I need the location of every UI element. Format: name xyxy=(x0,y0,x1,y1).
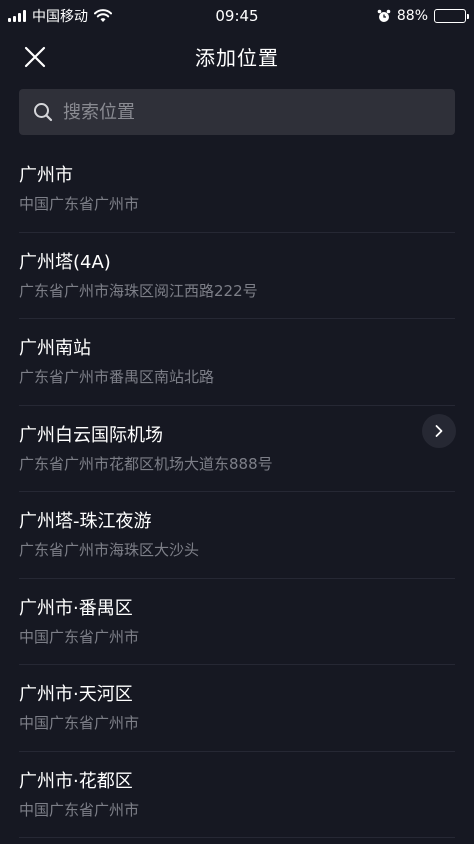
alarm-clock-icon xyxy=(377,9,391,22)
location-name: 广州白云国际机场 xyxy=(19,424,163,446)
add-location-screen: 中国移动 09:45 88% 添加位置 搜索位置 广州市 中国广东省广州市 广州… xyxy=(0,0,474,844)
status-bar: 中国移动 09:45 88% xyxy=(0,0,474,32)
location-item[interactable]: 广州塔-珠江夜游 广东省广州市海珠区大沙头 xyxy=(0,492,474,579)
location-item[interactable]: 广州市·花都区 中国广东省广州市 xyxy=(0,752,474,839)
location-name: 广州市·花都区 xyxy=(19,770,133,792)
search-icon xyxy=(34,103,53,122)
battery-percent: 88% xyxy=(396,8,428,24)
expand-button[interactable] xyxy=(422,413,456,448)
chevron-right-icon xyxy=(435,424,443,437)
search-bar[interactable] xyxy=(19,89,455,135)
header: 添加位置 xyxy=(0,32,474,80)
location-name: 广州市 xyxy=(19,165,73,186)
location-address: 中国广东省广州市 xyxy=(19,714,140,732)
location-list: 广州市 中国广东省广州市 广州塔(4A) 广东省广州市海珠区阅江西路222号 广… xyxy=(0,146,474,838)
cellular-signal-icon xyxy=(8,10,26,22)
location-name: 广州南站 xyxy=(19,338,91,359)
location-item[interactable]: 广州市·天河区 中国广东省广州市 xyxy=(0,665,474,752)
location-item[interactable]: 广州市·番禺区 中国广东省广州市 xyxy=(0,579,474,666)
search-input[interactable] xyxy=(63,101,423,123)
page-title: 添加位置 xyxy=(195,45,279,70)
location-item[interactable]: 广州南站 广东省广州市番禺区南站北路 xyxy=(0,319,474,406)
close-icon xyxy=(24,46,46,68)
location-address: 中国广东省广州市 xyxy=(19,800,140,819)
location-name: 广州塔-珠江夜游 xyxy=(19,511,152,532)
location-address: 中国广东省广州市 xyxy=(19,627,140,646)
location-item[interactable]: 广州市 中国广东省广州市 xyxy=(0,146,474,233)
location-address: 广东省广州市海珠区阅江西路222号 xyxy=(19,281,258,300)
location-name: 广州市·番禺区 xyxy=(19,597,133,619)
carrier-label: 中国移动 xyxy=(32,9,88,25)
close-button[interactable] xyxy=(18,40,52,74)
location-address: 广东省广州市花都区机场大道东888号 xyxy=(19,454,273,473)
location-item[interactable]: 广州塔(4A) 广东省广州市海珠区阅江西路222号 xyxy=(0,233,474,320)
location-address: 中国广东省广州市 xyxy=(19,195,140,213)
location-name: 广州塔(4A) xyxy=(19,251,111,273)
wifi-icon xyxy=(94,9,112,22)
location-address: 广东省广州市海珠区大沙头 xyxy=(19,541,200,559)
battery-icon xyxy=(434,9,469,23)
status-left: 中国移动 xyxy=(8,6,112,26)
location-name: 广州市·天河区 xyxy=(19,684,133,705)
status-right: 88% xyxy=(377,8,469,24)
location-item[interactable]: 广州白云国际机场 广东省广州市花都区机场大道东888号 xyxy=(0,406,474,493)
location-address: 广东省广州市番禺区南站北路 xyxy=(19,368,215,386)
